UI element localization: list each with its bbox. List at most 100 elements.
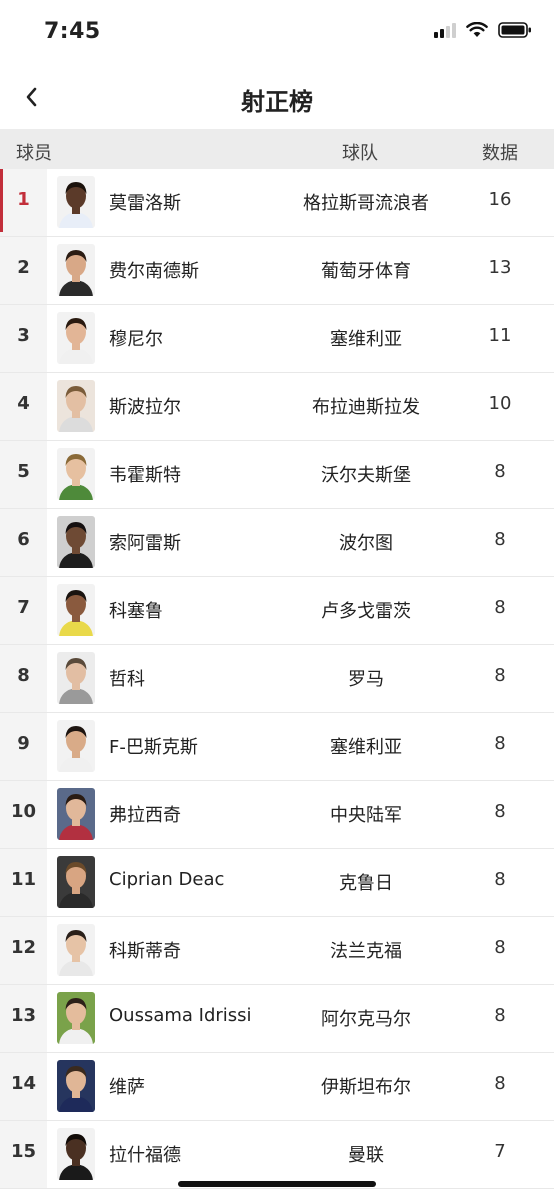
header-player: 球员 <box>16 143 52 164</box>
status-bar: 7:45 <box>0 0 554 66</box>
player-name: F-巴斯克斯 <box>109 737 198 758</box>
team-name: 沃尔夫斯堡 <box>321 465 411 486</box>
rank-number: 2 <box>17 257 30 278</box>
player-row[interactable]: 10 弗拉西奇 中央陆军 8 <box>0 781 554 849</box>
team-name: 阿尔克马尔 <box>321 1009 411 1030</box>
rank-number: 10 <box>10 801 37 822</box>
player-avatar <box>57 312 95 364</box>
player-avatar <box>57 584 95 636</box>
player-row[interactable]: 11 Ciprian Deac 克鲁日 8 <box>0 849 554 917</box>
rank-number: 12 <box>10 937 37 958</box>
battery-icon <box>498 22 532 38</box>
player-name: 科斯蒂奇 <box>109 941 181 962</box>
player-row[interactable]: 12 科斯蒂奇 法兰克福 8 <box>0 917 554 985</box>
player-name: 索阿雷斯 <box>109 533 181 554</box>
player-row[interactable]: 5 韦霍斯特 沃尔夫斯堡 8 <box>0 441 554 509</box>
player-row[interactable]: 15 拉什福德 曼联 7 <box>0 1121 554 1189</box>
team-name: 中央陆军 <box>330 805 402 826</box>
player-avatar <box>57 380 95 432</box>
stat-value: 8 <box>494 869 506 890</box>
stat-value: 10 <box>488 393 512 414</box>
player-row[interactable]: 3 穆尼尔 塞维利亚 11 <box>0 305 554 373</box>
player-avatar <box>57 652 95 704</box>
player-avatar <box>57 448 95 500</box>
stat-value: 8 <box>494 1073 506 1094</box>
player-avatar <box>57 244 95 296</box>
team-name: 卢多戈雷茨 <box>321 601 411 622</box>
rank-number: 13 <box>10 1005 37 1026</box>
player-row[interactable]: 6 索阿雷斯 波尔图 8 <box>0 509 554 577</box>
player-name: 斯波拉尔 <box>109 397 181 418</box>
nav-bar: 射正榜 <box>0 66 554 128</box>
table-header: 球员 球队 数据 <box>0 129 554 169</box>
stat-value: 8 <box>494 461 506 482</box>
rank-number: 8 <box>17 665 30 686</box>
stat-value: 8 <box>494 1005 506 1026</box>
player-name: 维萨 <box>109 1077 145 1098</box>
page-title: 射正榜 <box>241 88 313 116</box>
player-avatar <box>57 516 95 568</box>
team-name: 塞维利亚 <box>330 329 402 350</box>
stat-value: 16 <box>488 189 512 210</box>
stat-value: 7 <box>494 1141 506 1162</box>
status-icons <box>434 22 532 38</box>
stat-value: 8 <box>494 733 506 754</box>
rank-number: 9 <box>17 733 30 754</box>
team-name: 塞维利亚 <box>330 737 402 758</box>
stat-value: 8 <box>494 665 506 686</box>
player-row[interactable]: 13 Oussama Idrissi 阿尔克马尔 8 <box>0 985 554 1053</box>
stat-value: 8 <box>494 597 506 618</box>
player-name: 科塞鲁 <box>109 601 163 622</box>
team-name: 布拉迪斯拉发 <box>312 397 420 418</box>
stat-value: 8 <box>494 937 506 958</box>
team-name: 克鲁日 <box>339 873 393 894</box>
player-row[interactable]: 1 莫雷洛斯 格拉斯哥流浪者 16 <box>0 169 554 237</box>
player-name: 韦霍斯特 <box>109 465 181 486</box>
team-name: 伊斯坦布尔 <box>321 1077 411 1098</box>
rank-number: 1 <box>17 189 30 210</box>
player-name: 穆尼尔 <box>109 329 163 350</box>
player-avatar <box>57 176 95 228</box>
team-name: 格拉斯哥流浪者 <box>303 193 429 214</box>
team-name: 罗马 <box>348 669 384 690</box>
status-time: 7:45 <box>44 19 101 44</box>
player-row[interactable]: 9 F-巴斯克斯 塞维利亚 8 <box>0 713 554 781</box>
player-avatar <box>57 1128 95 1180</box>
player-row[interactable]: 4 斯波拉尔 布拉迪斯拉发 10 <box>0 373 554 441</box>
player-name: 弗拉西奇 <box>109 805 181 826</box>
rank-number: 4 <box>17 393 30 414</box>
stat-value: 11 <box>488 325 512 346</box>
wifi-icon <box>466 22 488 38</box>
rank-number: 14 <box>10 1073 37 1094</box>
stat-value: 8 <box>494 801 506 822</box>
player-avatar <box>57 856 95 908</box>
rank-number: 11 <box>10 869 37 890</box>
stat-value: 13 <box>488 257 512 278</box>
player-avatar <box>57 720 95 772</box>
player-row[interactable]: 7 科塞鲁 卢多戈雷茨 8 <box>0 577 554 645</box>
player-row[interactable]: 2 费尔南德斯 葡萄牙体育 13 <box>0 237 554 305</box>
player-avatar <box>57 1060 95 1112</box>
rank-number: 3 <box>17 325 30 346</box>
header-stat: 数据 <box>482 143 518 164</box>
player-avatar <box>57 992 95 1044</box>
rank-number: 15 <box>10 1141 37 1162</box>
rank-number: 5 <box>17 461 30 482</box>
home-indicator[interactable] <box>178 1181 376 1187</box>
player-name: 费尔南德斯 <box>109 261 199 282</box>
rank-number: 6 <box>17 529 30 550</box>
player-name: Ciprian Deac <box>109 869 225 890</box>
rank-number: 7 <box>17 597 30 618</box>
player-avatar <box>57 788 95 840</box>
team-name: 葡萄牙体育 <box>321 261 411 282</box>
cellular-signal-icon <box>434 22 456 38</box>
team-name: 法兰克福 <box>330 941 402 962</box>
player-name: 莫雷洛斯 <box>109 193 181 214</box>
player-row[interactable]: 8 哲科 罗马 8 <box>0 645 554 713</box>
ranking-list: 1 莫雷洛斯 格拉斯哥流浪者 16 2 费尔南德斯 葡萄牙体育 13 3 穆尼尔 塞维利亚 11 4 斯波… <box>0 169 554 1189</box>
team-name: 曼联 <box>348 1145 384 1166</box>
player-name: 拉什福德 <box>109 1145 181 1166</box>
team-name: 波尔图 <box>339 533 393 554</box>
stat-value: 8 <box>494 529 506 550</box>
player-row[interactable]: 14 维萨 伊斯坦布尔 8 <box>0 1053 554 1121</box>
